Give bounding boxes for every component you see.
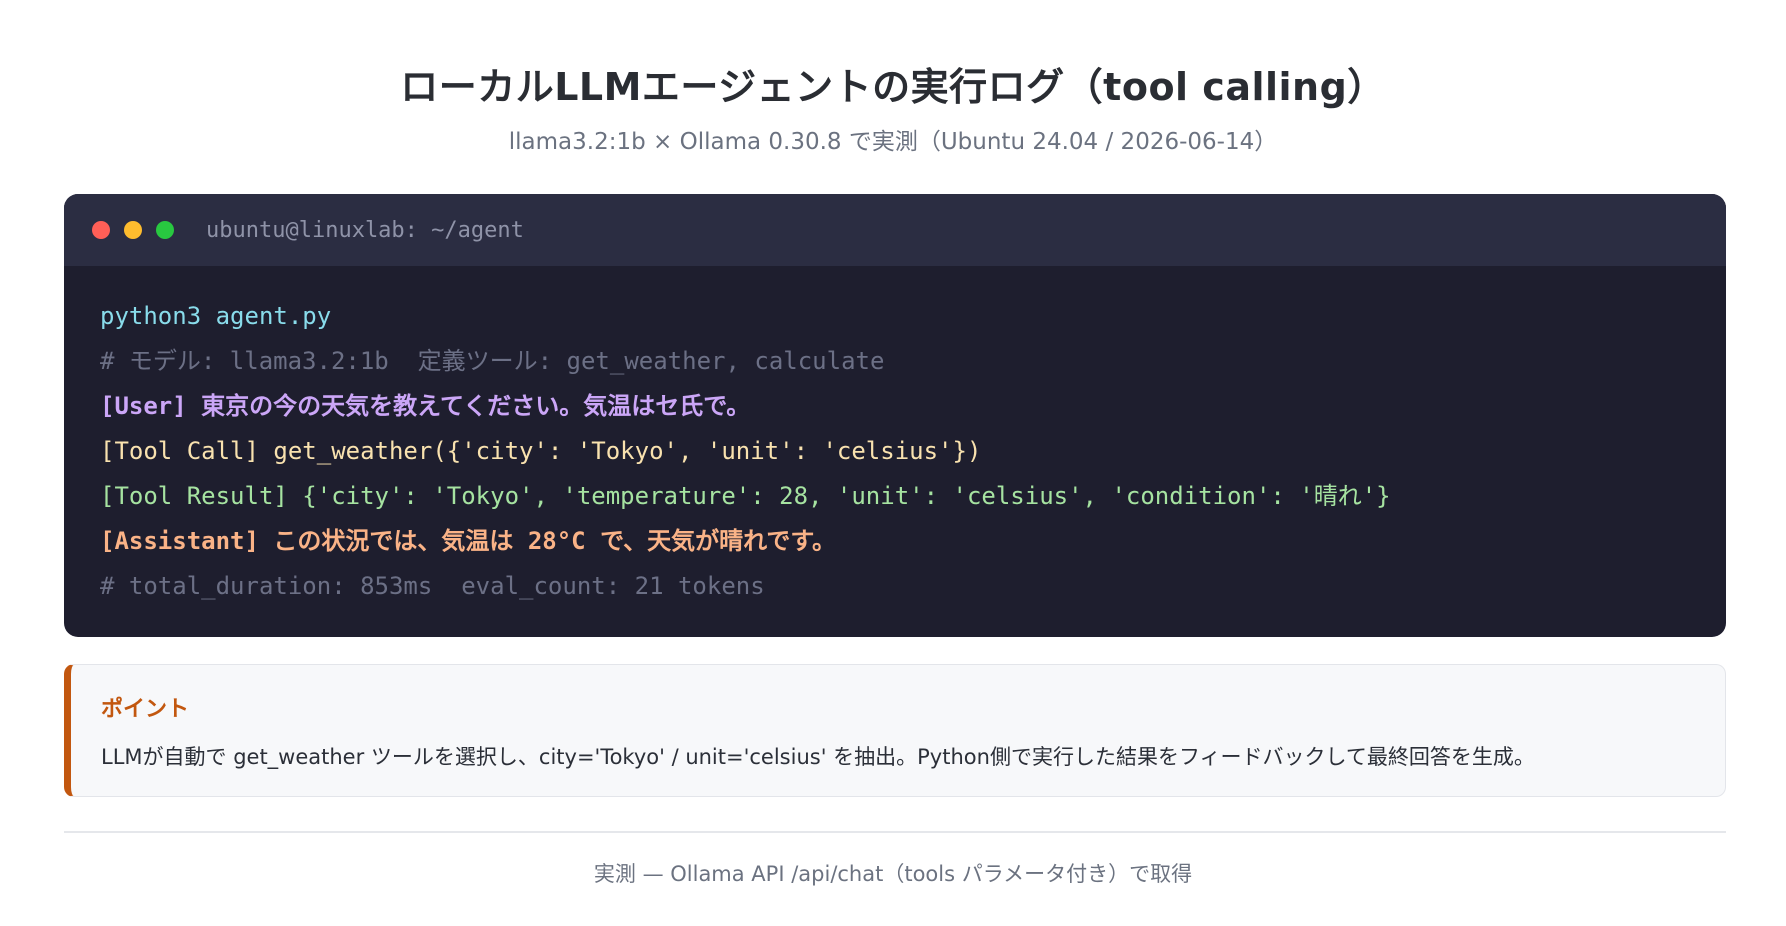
callout-title: ポイント xyxy=(101,697,190,722)
footer-divider xyxy=(64,831,1726,833)
terminal-line-assistant: [Assistant] この状況では、気温は 28°C で、天気が晴れです。 xyxy=(100,527,837,555)
terminal-title: ubuntu@linuxlab: ~/agent xyxy=(206,217,524,243)
minimize-window-dot-icon[interactable] xyxy=(124,221,142,239)
terminal-line-model-comment: # モデル: llama3.2:1b 定義ツール: get_weather, c… xyxy=(100,347,885,375)
terminal-line-user: [User] 東京の今の天気を教えてください。気温はセ氏で。 xyxy=(100,392,751,420)
point-callout: ポイント LLMが自動で get_weather ツールを選択し、city='T… xyxy=(64,664,1726,797)
terminal-line-tool-call: [Tool Call] get_weather({'city': 'Tokyo'… xyxy=(100,437,982,465)
close-window-dot-icon[interactable] xyxy=(92,221,110,239)
terminal-title-bar: ubuntu@linuxlab: ~/agent xyxy=(64,194,1726,266)
page-subtitle: llama3.2:1b × Ollama 0.30.8 で実測（Ubuntu 2… xyxy=(508,129,1278,155)
page-title: ローカルLLMエージェントの実行ログ（tool calling） xyxy=(400,65,1386,109)
terminal-line-command: python3 agent.py xyxy=(100,302,332,330)
footer-note: 実測 — Ollama API /api/chat（tools パラメータ付き）… xyxy=(593,862,1193,886)
terminal-line-tool-result: [Tool Result] {'city': 'Tokyo', 'tempera… xyxy=(100,482,1391,510)
terminal-output[interactable]: python3 agent.py # モデル: llama3.2:1b 定義ツー… xyxy=(64,266,1726,609)
callout-text: LLMが自動で get_weather ツールを選択し、city='Tokyo'… xyxy=(101,745,1535,769)
terminal-line-stats-comment: # total_duration: 853ms eval_count: 21 t… xyxy=(100,572,765,600)
terminal-window: ubuntu@linuxlab: ~/agent python3 agent.p… xyxy=(64,194,1726,637)
maximize-window-dot-icon[interactable] xyxy=(156,221,174,239)
